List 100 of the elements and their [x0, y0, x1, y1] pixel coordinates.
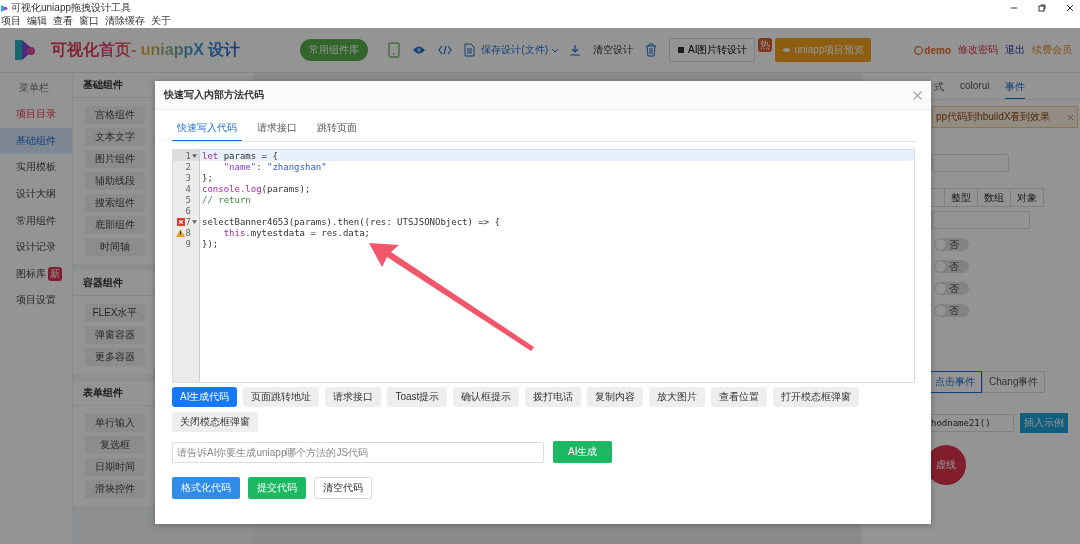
snippet-button[interactable]: 拨打电话: [525, 387, 582, 407]
hot-badge: 热: [758, 38, 773, 52]
snippet-button[interactable]: 确认框提示: [453, 387, 520, 407]
snippet-button[interactable]: 复制内容: [587, 387, 644, 407]
ai-image-button[interactable]: AI图片转设计: [669, 38, 756, 62]
toggle-switch[interactable]: 否: [934, 304, 969, 317]
component-item[interactable]: FLEX水平: [85, 304, 145, 322]
sidebar-item[interactable]: 设计大纲: [0, 180, 72, 208]
save-design-dropdown[interactable]: 保存设计(文件): [481, 43, 559, 57]
component-item[interactable]: 单行输入: [85, 414, 145, 432]
user-name[interactable]: demo: [914, 44, 951, 56]
menu-item[interactable]: 项目: [1, 14, 21, 28]
action-button[interactable]: 格式化代码: [172, 477, 240, 499]
menu-item[interactable]: 关于: [151, 14, 171, 28]
eye-icon: [782, 47, 792, 53]
line-number: 7: [185, 216, 191, 227]
fold-arrow-icon[interactable]: [192, 153, 197, 158]
snippet-button[interactable]: 打开模态框弹窗: [773, 387, 860, 407]
toggle-switch[interactable]: 否: [934, 282, 969, 295]
fold-arrow-icon[interactable]: [192, 219, 197, 224]
line-number: 3: [185, 172, 191, 183]
type-segment[interactable]: 整型: [944, 188, 978, 207]
eye-icon[interactable]: [412, 45, 427, 55]
component-item[interactable]: 滑块控件: [85, 480, 145, 498]
snippet-button[interactable]: 放大图片: [649, 387, 706, 407]
component-item[interactable]: 图片组件: [85, 150, 145, 168]
sidebar-item[interactable]: 设计记录: [0, 233, 72, 261]
close-icon[interactable]: [1066, 4, 1074, 12]
snippet-button[interactable]: AI生成代码: [172, 387, 238, 407]
component-item[interactable]: 宫格组件: [85, 106, 145, 124]
ai-generate-button[interactable]: AI生成: [553, 441, 613, 463]
logout-link[interactable]: 退出: [1005, 43, 1025, 57]
code-icon[interactable]: [438, 45, 453, 55]
line-number: 1: [185, 150, 191, 161]
user-icon: [914, 45, 924, 55]
component-item[interactable]: 弹窗容器: [85, 326, 145, 344]
code-line: });: [202, 238, 219, 249]
sidebar-item[interactable]: 实用模板: [0, 154, 72, 181]
sidebar-item[interactable]: 项目目录: [0, 101, 72, 128]
menu-item[interactable]: 窗口: [79, 14, 99, 28]
code-line: // return: [202, 194, 251, 205]
component-item[interactable]: 搜索组件: [85, 194, 145, 212]
component-item[interactable]: 辅助线段: [85, 172, 145, 190]
input-field[interactable]: [932, 211, 1030, 229]
menu-item[interactable]: 查看: [53, 14, 73, 28]
component-item[interactable]: 复选框: [85, 436, 145, 454]
event-tab[interactable]: Chang事件: [982, 371, 1046, 393]
snippet-button[interactable]: 页面跳转地址: [243, 387, 320, 407]
sidebar-item[interactable]: 图标库 新: [0, 260, 72, 288]
toggle-switch[interactable]: 否: [934, 260, 969, 273]
new-badge: 新: [48, 266, 62, 281]
line-number: 4: [185, 183, 191, 194]
insert-example-button[interactable]: 插入示例: [1020, 413, 1068, 433]
change-password-link[interactable]: 修改密码: [958, 43, 998, 57]
snippet-button[interactable]: 关闭模态框弹窗: [172, 412, 258, 432]
panel-tab[interactable]: 式: [934, 80, 944, 99]
component-item[interactable]: 底部组件: [85, 216, 145, 234]
line-number: 6: [185, 205, 191, 216]
sidebar-item[interactable]: 项目设置: [0, 287, 72, 314]
line-number: 2: [185, 161, 191, 172]
document-icon[interactable]: [464, 43, 476, 57]
input-field[interactable]: [932, 154, 1009, 172]
minimize-icon[interactable]: [1010, 4, 1018, 12]
code-line: this.mytestdata = res.data;: [222, 227, 370, 238]
dialog-tab[interactable]: 请求接口: [252, 118, 302, 141]
dialog-tab[interactable]: 快速写入代码: [172, 118, 242, 141]
type-segment[interactable]: 对象: [1010, 188, 1044, 207]
snippet-button[interactable]: 查看位置: [711, 387, 768, 407]
clear-design-button[interactable]: 清空设计: [593, 43, 633, 57]
trash-icon[interactable]: [645, 43, 657, 57]
toggle-switch[interactable]: 否: [934, 238, 969, 251]
chevron-down-icon[interactable]: [551, 47, 559, 53]
action-button[interactable]: 清空代码: [314, 477, 372, 499]
menu-item[interactable]: 清除缓存: [105, 14, 145, 28]
logo-text: 可视化首页- uniappX 设计: [51, 39, 241, 61]
component-library-button[interactable]: 常用组件库: [300, 39, 369, 61]
dialog-tab[interactable]: 跳转页面: [312, 118, 362, 141]
component-item[interactable]: 时间轴: [85, 238, 145, 256]
line-number: 8: [185, 227, 191, 238]
download-icon[interactable]: [569, 44, 581, 56]
code-editor[interactable]: 1 2 3 4 5 6 7 8 9 let params = { "name": "zhangshan" }; console.log(params); // return selectBanner4653(params).then((res: UTSJSONObject) => { this.mytestdata = res.data; });: [172, 149, 915, 383]
sidebar-item[interactable]: 常用组件: [0, 207, 72, 234]
sidebar-item[interactable]: 基础组件: [0, 127, 72, 155]
type-segment[interactable]: 数组: [977, 188, 1011, 207]
panel-tab[interactable]: 事件: [1005, 80, 1026, 99]
menu-item[interactable]: 编辑: [27, 14, 47, 28]
ai-prompt-field[interactable]: 请告诉AI你要生成uniapp哪个方法的JS代码: [172, 441, 544, 463]
snippet-button[interactable]: Toast提示: [387, 387, 448, 407]
snippet-button[interactable]: 请求接口: [325, 387, 382, 407]
code-line: console.log(params);: [202, 183, 311, 194]
sidebar-heading: 菜单栏: [18, 81, 50, 95]
component-item[interactable]: 日期时间: [85, 458, 145, 476]
event-tab[interactable]: 点击事件: [928, 371, 982, 393]
code-line: selectBanner4653(params).then((res: UTSJSONObject) => {: [202, 216, 500, 227]
restore-icon[interactable]: [1038, 4, 1046, 12]
action-button[interactable]: 提交代码: [248, 477, 306, 499]
component-item[interactable]: 文本文字: [85, 128, 145, 146]
component-item[interactable]: 更多容器: [85, 348, 145, 366]
panel-tab[interactable]: colorui: [960, 80, 990, 99]
phone-icon[interactable]: [388, 42, 401, 58]
